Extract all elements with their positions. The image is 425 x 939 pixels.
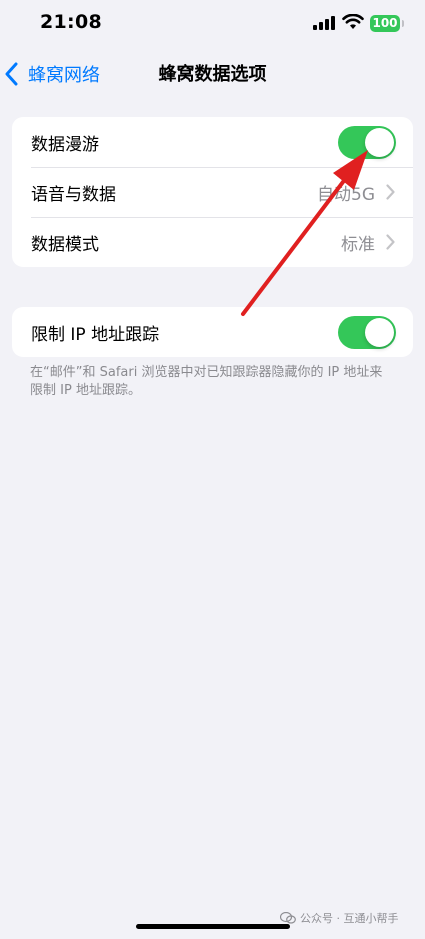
status-time: 21:08 [40, 11, 102, 33]
settings-group-data: 数据漫游 语音与数据 自动5G 数据模式 标准 [12, 117, 413, 267]
navigation-bar: 蜂窝数据选项 蜂窝网络 [0, 52, 425, 96]
watermark: 公众号 · 互通小帮手 [280, 910, 399, 926]
wifi-icon [342, 14, 364, 29]
row-voice-and-data[interactable]: 语音与数据 自动5G [12, 167, 413, 217]
toggle-knob [365, 318, 394, 347]
chevron-right-icon [386, 184, 395, 200]
row-label: 数据模式 [31, 234, 99, 255]
battery-tip [402, 20, 404, 27]
chevron-right-icon [386, 234, 395, 250]
signal-icon [313, 16, 335, 30]
limit-ip-tracking-toggle[interactable] [338, 316, 396, 349]
row-data-roaming: 数据漫游 [12, 117, 413, 167]
row-limit-ip-tracking: 限制 IP 地址跟踪 [12, 307, 413, 357]
back-button[interactable]: 蜂窝网络 [4, 58, 100, 90]
status-bar: 21:08 100 [0, 0, 425, 48]
section-footer: 在“邮件”和 Safari 浏览器中对已知跟踪器隐藏你的 IP 地址来限制 IP… [30, 365, 383, 398]
battery-icon: 100 [370, 15, 400, 32]
watermark-text: 公众号 · 互通小帮手 [300, 912, 399, 925]
data-roaming-toggle[interactable] [338, 126, 396, 159]
row-label: 限制 IP 地址跟踪 [31, 324, 160, 345]
back-button-label: 蜂窝网络 [28, 65, 100, 86]
toggle-knob [365, 128, 394, 157]
row-value: 自动5G [317, 184, 375, 205]
settings-group-privacy: 限制 IP 地址跟踪 [12, 307, 413, 357]
row-data-mode[interactable]: 数据模式 标准 [12, 217, 413, 267]
back-chevron-icon [5, 62, 18, 86]
row-value: 标准 [341, 234, 375, 255]
home-indicator[interactable] [136, 924, 290, 929]
row-label: 语音与数据 [31, 184, 116, 205]
wechat-icon [280, 912, 296, 924]
row-label: 数据漫游 [31, 134, 99, 155]
